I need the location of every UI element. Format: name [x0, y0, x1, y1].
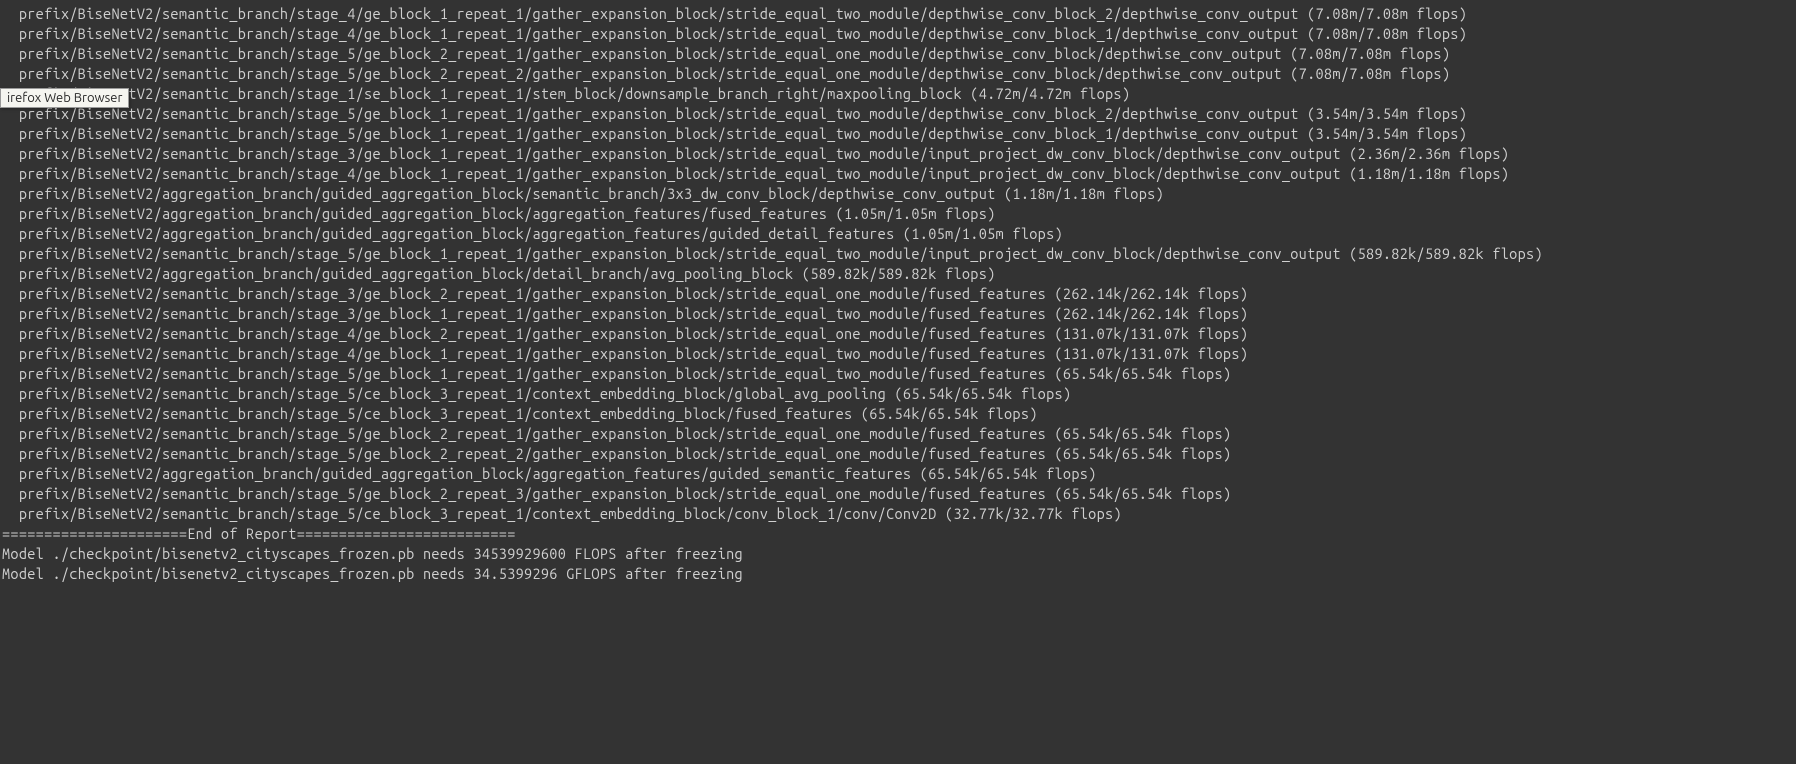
terminal-line: prefix/BiseNetV2/semantic_branch/stage_3…	[2, 284, 1794, 304]
terminal-output[interactable]: prefix/BiseNetV2/semantic_branch/stage_4…	[0, 0, 1796, 588]
terminal-line: prefix/BiseNetV2/semantic_branch/stage_4…	[2, 164, 1794, 184]
terminal-line: prefix/BiseNetV2/aggregation_branch/guid…	[2, 264, 1794, 284]
terminal-line: prefix/BiseNetV2/aggregation_branch/guid…	[2, 184, 1794, 204]
terminal-line: prefix/BiseNetV2/semantic_branch/stage_5…	[2, 104, 1794, 124]
terminal-line: prefix/BiseNetV2/semantic_branch/stage_5…	[2, 244, 1794, 264]
terminal-line: Model ./checkpoint/bisenetv2_cityscapes_…	[2, 564, 1794, 584]
terminal-line: Model ./checkpoint/bisenetv2_cityscapes_…	[2, 544, 1794, 564]
terminal-line: prefix/BiseNetV2/semantic_branch/stage_3…	[2, 144, 1794, 164]
terminal-line: prefix/BiseNetV2/semantic_branch/stage_5…	[2, 124, 1794, 144]
taskbar-tooltip: irefox Web Browser	[0, 88, 129, 108]
terminal-line: prefix/BiseNetV2/semantic_branch/stage_4…	[2, 24, 1794, 44]
terminal-line: prefix/BiseNetV2/semantic_branch/stage_5…	[2, 364, 1794, 384]
terminal-line: prefix/BiseNetV2/semantic_branch/stage_5…	[2, 404, 1794, 424]
terminal-line: prefix/BiseNetV2/aggregation_branch/guid…	[2, 464, 1794, 484]
terminal-line: prefix/BiseNetV2/semantic_branch/stage_4…	[2, 344, 1794, 364]
terminal-line: prefix/BiseNetV2/semantic_branch/stage_1…	[2, 84, 1794, 104]
terminal-line: prefix/BiseNetV2/semantic_branch/stage_3…	[2, 304, 1794, 324]
terminal-line: prefix/BiseNetV2/semantic_branch/stage_4…	[2, 4, 1794, 24]
terminal-line: prefix/BiseNetV2/semantic_branch/stage_5…	[2, 504, 1794, 524]
terminal-line: prefix/BiseNetV2/semantic_branch/stage_5…	[2, 484, 1794, 504]
terminal-line: prefix/BiseNetV2/semantic_branch/stage_5…	[2, 424, 1794, 444]
terminal-line: prefix/BiseNetV2/semantic_branch/stage_5…	[2, 444, 1794, 464]
terminal-line: prefix/BiseNetV2/semantic_branch/stage_5…	[2, 64, 1794, 84]
terminal-line: prefix/BiseNetV2/semantic_branch/stage_4…	[2, 324, 1794, 344]
terminal-line: prefix/BiseNetV2/semantic_branch/stage_5…	[2, 384, 1794, 404]
terminal-line: prefix/BiseNetV2/aggregation_branch/guid…	[2, 204, 1794, 224]
terminal-line: prefix/BiseNetV2/aggregation_branch/guid…	[2, 224, 1794, 244]
terminal-line: ======================End of Report=====…	[2, 524, 1794, 544]
terminal-line: prefix/BiseNetV2/semantic_branch/stage_5…	[2, 44, 1794, 64]
